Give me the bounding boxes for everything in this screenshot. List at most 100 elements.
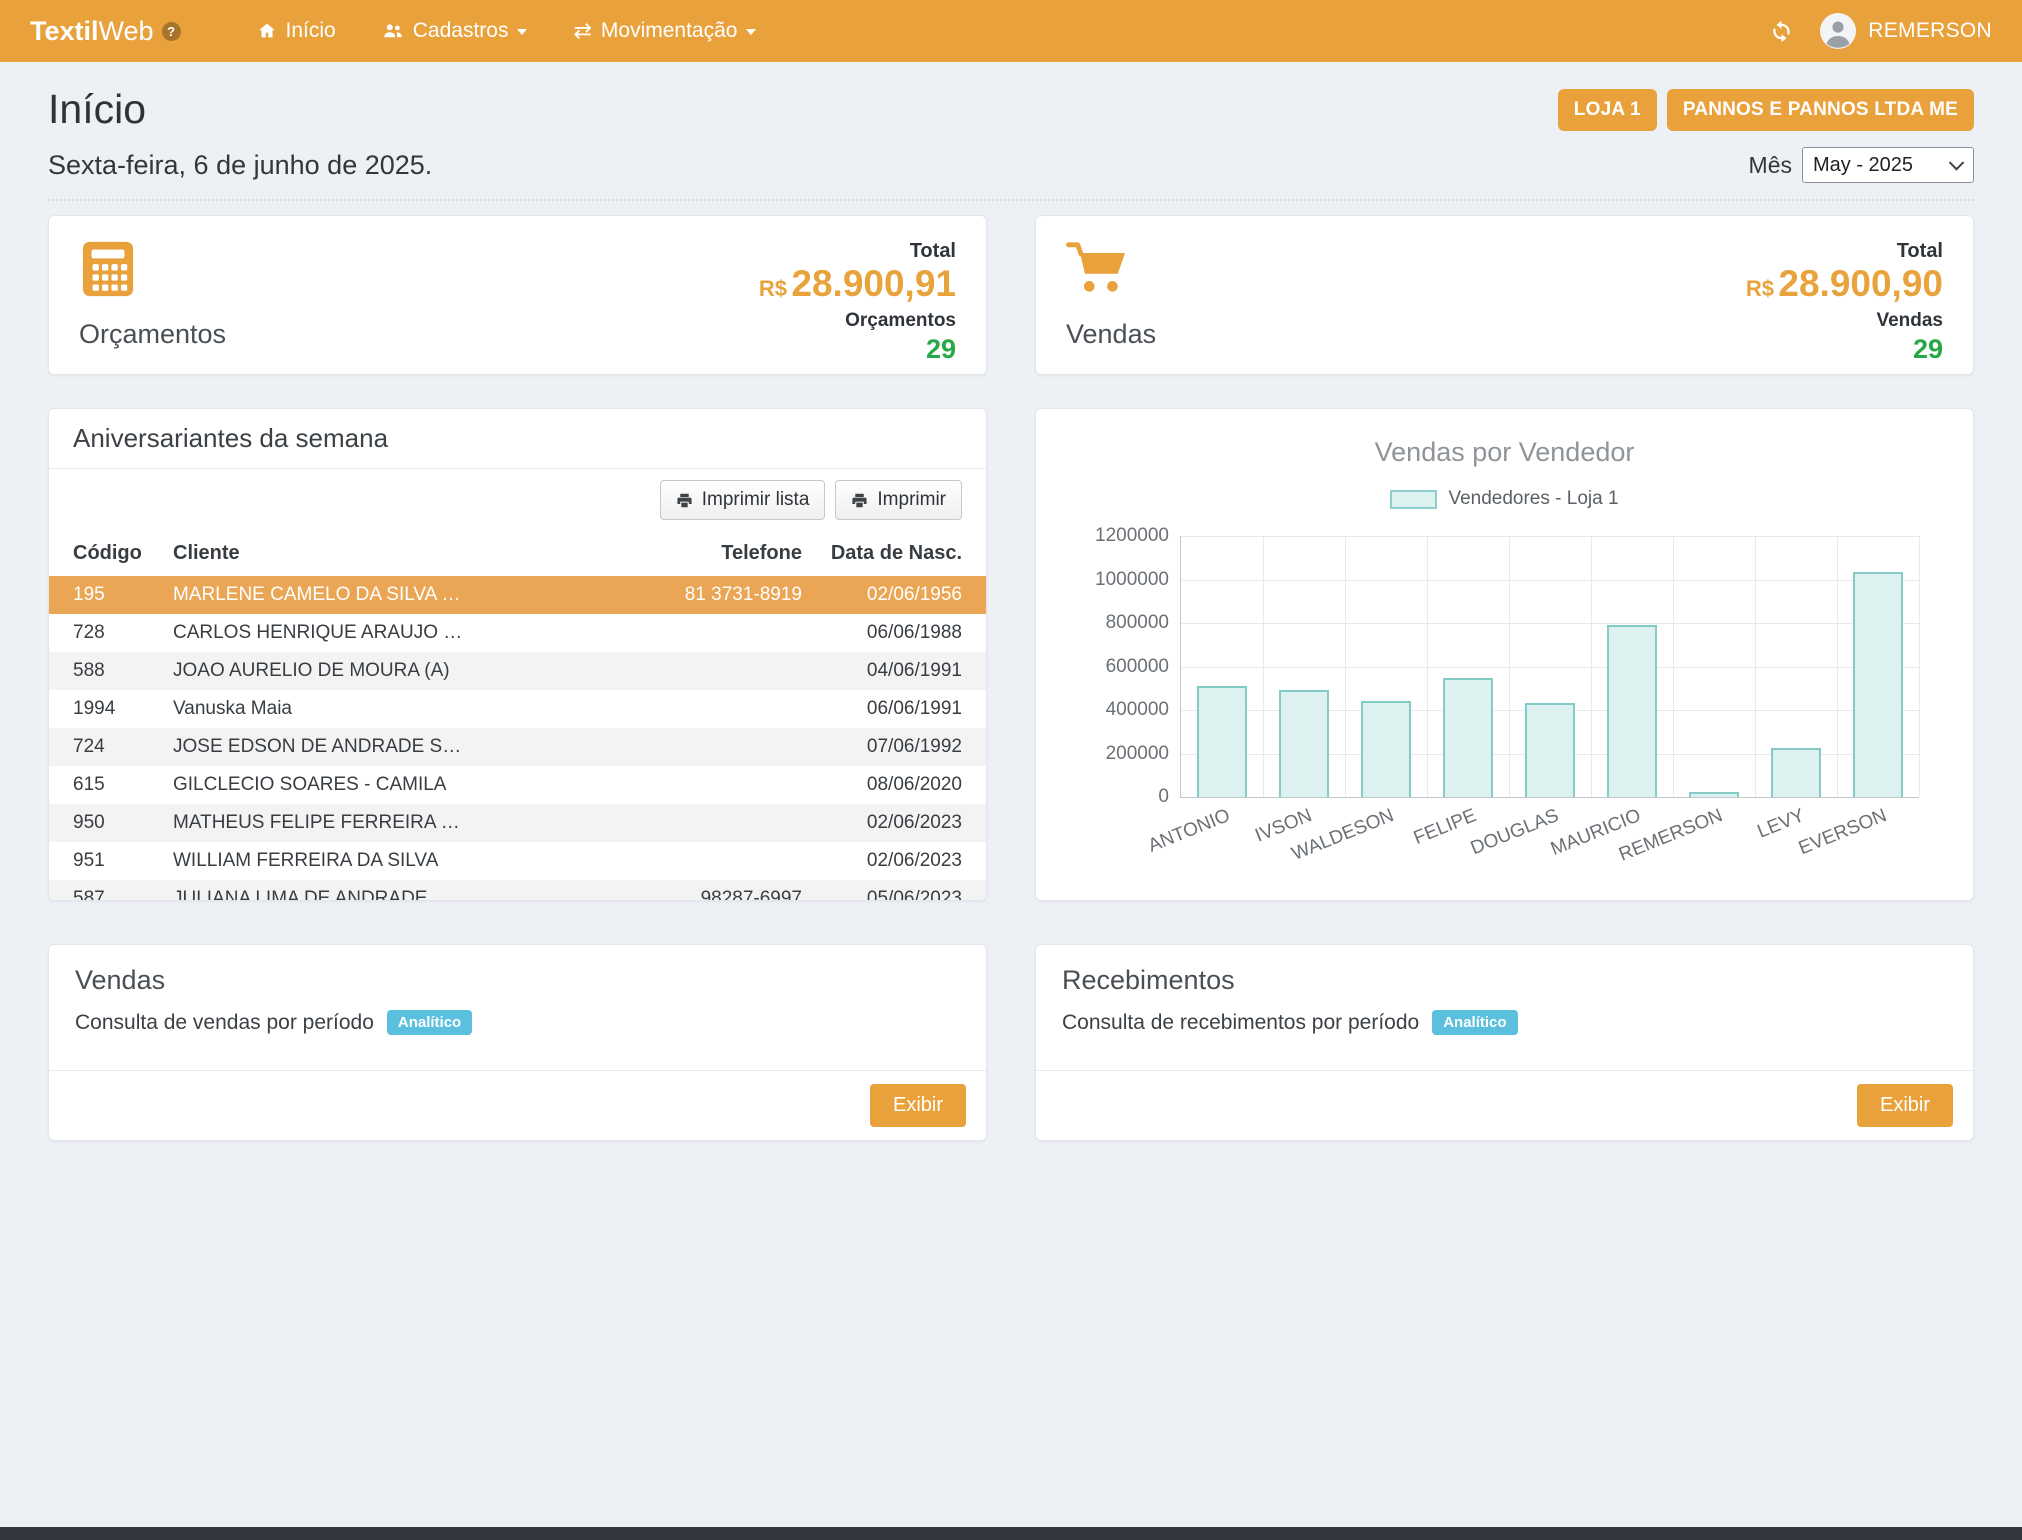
brand-logo[interactable]: TextilWeb ? — [30, 16, 181, 47]
transfer-icon: ⇄ — [573, 20, 591, 42]
exibir-recebimentos-button[interactable]: Exibir — [1857, 1084, 1953, 1127]
vendas-card-left: Vendas — [1066, 240, 1156, 350]
cell-nasc: 08/06/2020 — [814, 766, 986, 804]
table-row[interactable]: 588JOAO AURELIO DE MOURA (A)04/06/1991 — [49, 652, 986, 690]
nav-item-label: Cadastros — [413, 19, 509, 43]
cell-nasc: 04/06/1991 — [814, 652, 986, 690]
main-panels-row: Aniversariantes da semana Imprimir lista… — [48, 408, 1974, 901]
total-label: Total — [910, 240, 956, 263]
store-buttons: LOJA 1 PANNOS E PANNOS LTDA ME — [1558, 89, 1974, 131]
currency: R$ — [759, 276, 787, 301]
table-row[interactable]: 615GILCLECIO SOARES - CAMILA 08/06/2020 — [49, 766, 986, 804]
cell-telefone — [614, 842, 814, 880]
panel-footer: Exibir — [1036, 1070, 1973, 1140]
chart-legend[interactable]: Vendedores - Loja 1 — [1062, 488, 1947, 510]
table-row[interactable]: 1994Vanuska Maia06/06/1991 — [49, 690, 986, 728]
table-row[interactable]: 724JOSE EDSON DE ANDRADE S… 07/06/1992 — [49, 728, 986, 766]
table-row[interactable]: 950MATHEUS FELIPE FERREIRA …02/06/2023 — [49, 804, 986, 842]
v-gridline — [1837, 536, 1838, 797]
birthdays-panel: Aniversariantes da semana Imprimir lista… — [48, 408, 987, 901]
col-header-cliente[interactable]: Cliente — [161, 531, 614, 576]
cell-codigo: 950 — [49, 804, 161, 842]
h-gridline — [1181, 667, 1919, 668]
bar-antonio[interactable] — [1197, 686, 1246, 797]
print-label: Imprimir — [877, 489, 946, 511]
cell-cliente: JOSE EDSON DE ANDRADE S… — [161, 728, 614, 766]
table-row[interactable]: 587JULIANA LIMA DE ANDRADE98287-699705/0… — [49, 880, 986, 901]
v-gridline — [1509, 536, 1510, 797]
print-list-label: Imprimir lista — [702, 489, 810, 511]
print-list-button[interactable]: Imprimir lista — [660, 480, 826, 520]
panel-description: Consulta de recebimentos por período Ana… — [1036, 1000, 1973, 1045]
cell-codigo: 615 — [49, 766, 161, 804]
table-row[interactable]: 951WILLIAM FERREIRA DA SILVA02/06/2023 — [49, 842, 986, 880]
col-header-nasc[interactable]: Data de Nasc. — [814, 531, 986, 576]
col-header-codigo[interactable]: Código — [49, 531, 161, 576]
cart-icon — [1066, 240, 1128, 296]
v-gridline — [1345, 536, 1346, 797]
bar-remerson[interactable] — [1689, 792, 1738, 797]
company-button[interactable]: PANNOS E PANNOS LTDA ME — [1667, 89, 1974, 131]
count-label: Vendas — [1876, 310, 1943, 332]
summary-cards-row: Orçamentos Total R$ 28.900,91 Orçamentos… — [48, 215, 1974, 375]
home-icon — [257, 21, 277, 41]
count-value: 29 — [926, 334, 956, 365]
print-button[interactable]: Imprimir — [835, 480, 962, 520]
user-menu[interactable]: REMERSON — [1820, 13, 1992, 49]
panel-title: Recebimentos — [1036, 945, 1973, 1000]
bar-ivson[interactable] — [1279, 690, 1328, 797]
v-gridline — [1755, 536, 1756, 797]
table-row[interactable]: 728CARLOS HENRIQUE ARAUJO …06/06/1988 — [49, 614, 986, 652]
vendas-card[interactable]: Vendas Total R$ 28.900,90 Vendas 29 — [1035, 215, 1974, 375]
brand-light: Web — [99, 16, 154, 47]
bar-everson[interactable] — [1853, 572, 1902, 797]
refresh-icon[interactable] — [1769, 19, 1794, 44]
cell-telefone: 81 3731-8919 — [614, 576, 814, 614]
nav-item-inicio[interactable]: Início — [241, 9, 352, 53]
avatar — [1820, 13, 1856, 49]
y-tick-label: 1000000 — [1095, 569, 1169, 591]
cell-telefone — [614, 614, 814, 652]
bar-mauricio[interactable] — [1607, 625, 1656, 797]
month-select[interactable]: May - 2025 — [1802, 147, 1974, 183]
store-button[interactable]: LOJA 1 — [1558, 89, 1657, 131]
orcamentos-card[interactable]: Orçamentos Total R$ 28.900,91 Orçamentos… — [48, 215, 987, 375]
table-row[interactable]: 195MARLENE CAMELO DA SILVA …81 3731-8919… — [49, 576, 986, 614]
bar-waldeson[interactable] — [1361, 701, 1410, 797]
cell-cliente: JOAO AURELIO DE MOURA (A) — [161, 652, 614, 690]
bar-levy[interactable] — [1771, 748, 1820, 797]
h-gridline — [1181, 536, 1919, 537]
cell-codigo: 728 — [49, 614, 161, 652]
cell-codigo: 724 — [49, 728, 161, 766]
cell-cliente: WILLIAM FERREIRA DA SILVA — [161, 842, 614, 880]
footer-bar — [0, 1527, 2022, 1540]
col-header-telefone[interactable]: Telefone — [614, 531, 814, 576]
cell-nasc: 07/06/1992 — [814, 728, 986, 766]
sales-chart-panel: Vendas por Vendedor Vendedores - Loja 1 … — [1035, 408, 1974, 901]
description-text: Consulta de recebimentos por período — [1062, 1011, 1419, 1035]
card-name: Vendas — [1066, 319, 1156, 350]
analitico-badge: Analítico — [1432, 1010, 1517, 1035]
bar-douglas[interactable] — [1525, 703, 1574, 797]
v-gridline — [1591, 536, 1592, 797]
bar-felipe[interactable] — [1443, 678, 1492, 797]
nav-item-cadastros[interactable]: Cadastros — [366, 9, 544, 53]
cell-cliente: GILCLECIO SOARES - CAMILA — [161, 766, 614, 804]
exibir-vendas-button[interactable]: Exibir — [870, 1084, 966, 1127]
v-gridline — [1673, 536, 1674, 797]
help-icon[interactable]: ? — [162, 22, 181, 41]
chart-x-axis: ANTONIOIVSONWALDESONFELIPEDOUGLASMAURICI… — [1180, 798, 1919, 882]
nav-item-movimentacao[interactable]: ⇄ Movimentação — [557, 9, 772, 53]
y-tick-label: 0 — [1158, 786, 1169, 808]
amount: 28.900,90 — [1778, 263, 1943, 304]
cell-nasc: 06/06/1988 — [814, 614, 986, 652]
cell-codigo: 951 — [49, 842, 161, 880]
cell-telefone: 98287-6997 — [614, 880, 814, 901]
birthdays-actions: Imprimir lista Imprimir — [49, 469, 986, 531]
cell-codigo: 587 — [49, 880, 161, 901]
month-picker: Mês May - 2025 — [1749, 147, 1974, 183]
cell-nasc: 05/06/2023 — [814, 880, 986, 901]
legend-label: Vendedores - Loja 1 — [1448, 488, 1618, 510]
recebimentos-report-panel: Recebimentos Consulta de recebimentos po… — [1035, 944, 1974, 1141]
cell-telefone — [614, 728, 814, 766]
